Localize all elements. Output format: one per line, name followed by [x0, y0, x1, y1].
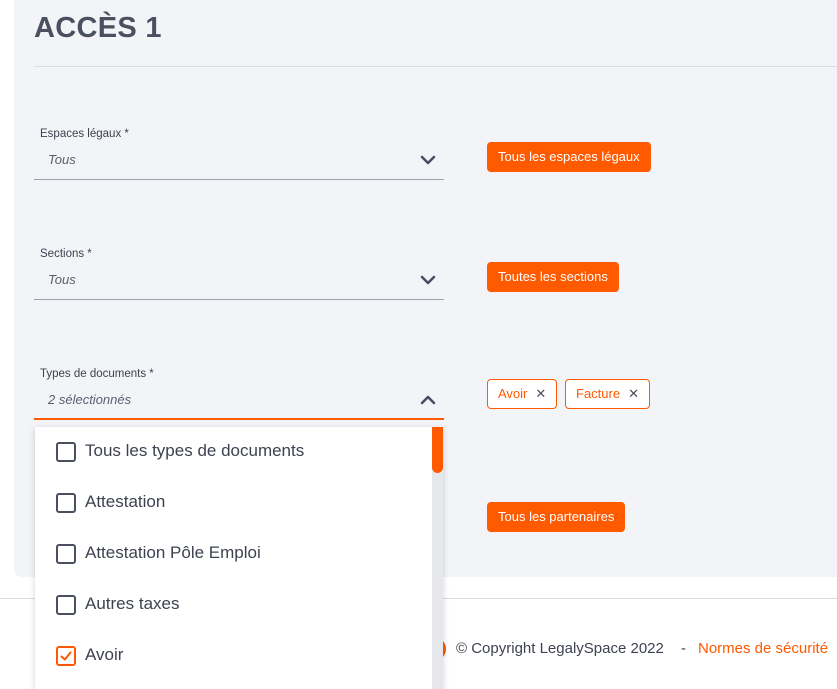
chevron-up-icon: [420, 395, 436, 405]
types-documents-label: Types de documents *: [40, 368, 154, 380]
option-attestation-pole-emploi[interactable]: Attestation Pôle Emploi: [35, 529, 431, 580]
dropdown-scrollbar-thumb[interactable]: [432, 427, 443, 473]
option-label: Tous les types de documents: [85, 441, 305, 460]
close-icon[interactable]: ✕: [628, 380, 639, 408]
tag-label: Facture: [576, 386, 621, 401]
option-label: Autres taxes: [85, 594, 180, 613]
types-documents-value: 2 sélectionnés: [48, 392, 132, 407]
tag-avoir: Avoir ✕: [487, 379, 558, 409]
checkbox[interactable]: [56, 493, 76, 513]
footer-copyright: © Copyright LegalySpace 2022: [456, 640, 664, 657]
checkbox[interactable]: [56, 544, 76, 564]
chevron-down-icon: [420, 155, 436, 165]
footer-separator: -: [681, 640, 686, 657]
all-partenaires-button[interactable]: Tous les partenaires: [487, 502, 626, 532]
espaces-legaux-label: Espaces légaux *: [40, 128, 129, 140]
checkbox-checked[interactable]: [56, 646, 76, 666]
option-label: Attestation: [85, 492, 166, 511]
all-espaces-button[interactable]: Tous les espaces légaux: [487, 142, 651, 172]
title-divider: [34, 66, 837, 67]
espaces-legaux-select[interactable]: Tous: [34, 142, 444, 180]
option-label: Avoir: [85, 645, 124, 664]
types-documents-select[interactable]: 2 sélectionnés: [34, 382, 444, 420]
option-autres-taxes[interactable]: Autres taxes: [35, 580, 431, 631]
tag-facture: Facture ✕: [565, 379, 650, 409]
sections-select[interactable]: Tous: [34, 262, 444, 300]
sections-label: Sections *: [40, 248, 92, 260]
option-label: Attestation Pôle Emploi: [85, 543, 261, 562]
close-icon[interactable]: ✕: [535, 380, 546, 408]
all-sections-button[interactable]: Toutes les sections: [487, 262, 619, 292]
check-icon: [60, 651, 72, 661]
sections-value: Tous: [48, 272, 76, 287]
types-documents-dropdown: Tous les types de documents Attestation …: [35, 427, 443, 689]
chevron-down-icon: [420, 275, 436, 285]
security-standards-link[interactable]: Normes de sécurité: [698, 640, 828, 657]
option-avoir[interactable]: Avoir: [35, 631, 431, 682]
option-attestation[interactable]: Attestation: [35, 478, 431, 529]
page-title: ACCÈS 1: [34, 12, 162, 44]
checkbox[interactable]: [56, 442, 76, 462]
option-tous-types[interactable]: Tous les types de documents: [35, 427, 431, 478]
checkbox[interactable]: [56, 595, 76, 615]
tag-label: Avoir: [498, 386, 528, 401]
espaces-legaux-value: Tous: [48, 152, 76, 167]
